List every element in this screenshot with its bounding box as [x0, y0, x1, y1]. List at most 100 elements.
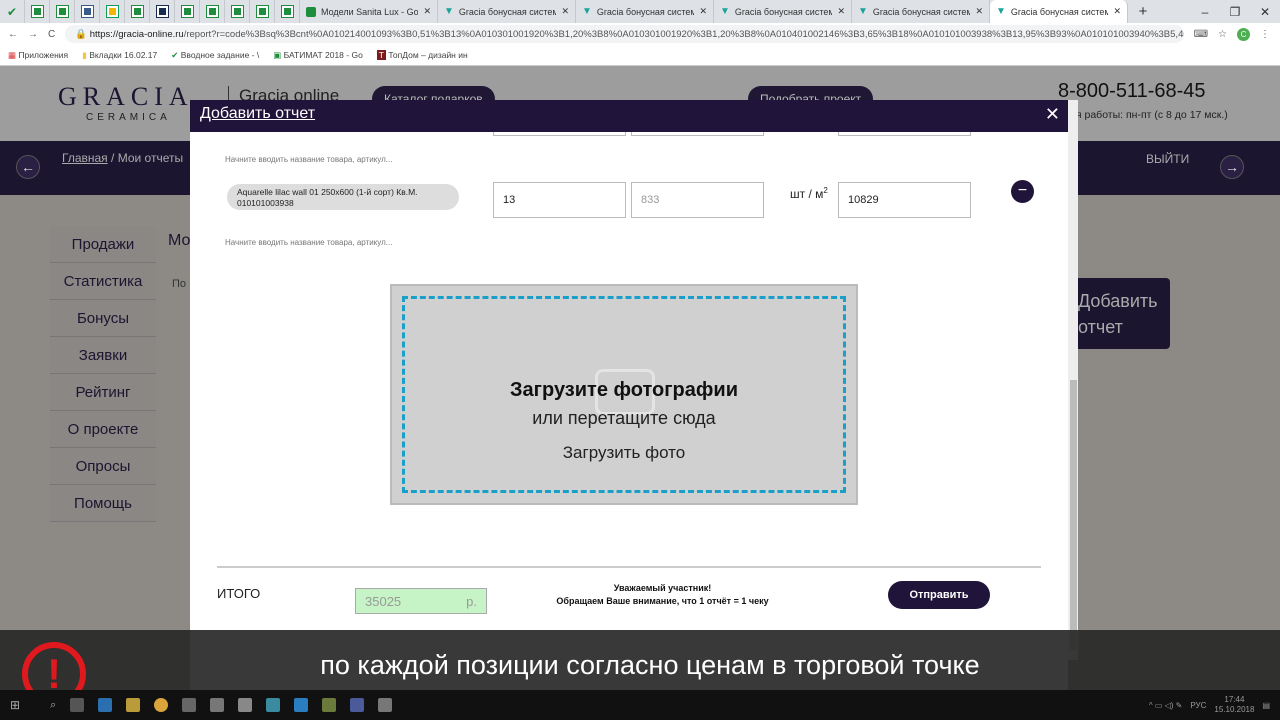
minimize-button[interactable]: – [1190, 5, 1220, 19]
photos-icon[interactable] [238, 698, 253, 712]
sheets-icon: ▣ [273, 49, 282, 60]
breadcrumb-home[interactable]: Главная [62, 151, 108, 165]
close-window-button[interactable]: ✕ [1250, 5, 1280, 19]
pinned-tab[interactable] [25, 0, 50, 23]
filter-partial: По [172, 278, 187, 290]
browser-tab[interactable]: ▼ Gracia бонусная система ✕ [438, 0, 576, 23]
pinned-tab[interactable] [50, 0, 75, 23]
close-tab-icon[interactable]: ✕ [423, 6, 431, 17]
notifications-icon[interactable]: ▤ [1262, 701, 1270, 710]
close-tab-icon[interactable]: ✕ [699, 6, 707, 17]
browser-tab[interactable]: ▼ Gracia бонусная система ✕ [714, 0, 852, 23]
search-icon[interactable]: ⌕ [50, 699, 56, 712]
pinned-tab[interactable] [175, 0, 200, 23]
remove-item-button[interactable]: − [1011, 180, 1034, 203]
star-icon[interactable]: ☆ [1218, 29, 1227, 40]
clock-time: 17:44 [1224, 695, 1245, 704]
system-tray: ^ ▭ ◁) ✎ РУС 17:44 15.10.2018 ▤ [1149, 695, 1270, 715]
logout-link[interactable]: ВЫЙТИ [1146, 152, 1189, 166]
translate-icon[interactable]: ⌨ [1194, 29, 1208, 40]
total-label: ИТОГО [217, 586, 261, 601]
sidebar-item-requests[interactable]: Заявки [50, 337, 156, 374]
video-subtitle: по каждой позиции согласно ценам в торго… [0, 630, 1280, 690]
bookmark-apps[interactable]: ▦ Приложения [8, 50, 68, 61]
upload-photo-button[interactable]: Загрузить фото [405, 443, 843, 463]
price-input[interactable]: 833 [631, 182, 764, 218]
calculator-icon[interactable] [210, 698, 225, 712]
logo[interactable]: GRACIA [58, 82, 194, 112]
app-icon[interactable] [266, 698, 281, 712]
currency-label: р. [466, 593, 477, 609]
edge-icon[interactable] [98, 698, 113, 712]
browser-tab-active[interactable]: ▼ Gracia бонусная система ✕ [990, 0, 1128, 23]
app-icon[interactable] [182, 698, 197, 712]
back-icon[interactable]: ← [8, 29, 18, 40]
browser-tab[interactable]: ▼ Gracia бонусная система ✕ [576, 0, 714, 23]
quantity-input[interactable]: 13 [493, 182, 626, 218]
pinned-tab[interactable] [75, 0, 100, 23]
sidebar-item-bonuses[interactable]: Бонусы [50, 300, 156, 337]
sidebar-item-sales[interactable]: Продажи [50, 226, 156, 263]
product-chip[interactable]: Aquarelle lilac wall 01 250x600 (1-й сор… [227, 184, 459, 210]
task-view-icon[interactable] [70, 698, 85, 712]
menu-icon[interactable]: ⋮ [1260, 29, 1280, 40]
app-icon[interactable] [322, 698, 337, 712]
url-input[interactable]: 🔒 https://gracia-online.ru/report?r=code… [65, 25, 1184, 43]
tab-bar: ✔ Модели Sanita Lux - Goog ✕ ▼ Gracia бону… [0, 0, 1280, 23]
sidebar-item-surveys[interactable]: Опросы [50, 448, 156, 485]
explorer-icon[interactable] [126, 698, 141, 712]
logout-arrow-button[interactable]: → [1220, 155, 1244, 179]
prev-price-field[interactable] [631, 132, 764, 136]
pinned-tab[interactable] [100, 0, 125, 23]
product-search-hint[interactable]: Начните вводить название товара, артикул… [225, 155, 392, 164]
clock-date: 15.10.2018 [1214, 705, 1255, 714]
browser-tab[interactable]: ▼ Gracia бонусная система ✕ [852, 0, 990, 23]
forward-icon[interactable]: → [28, 29, 38, 40]
restore-button[interactable]: ❐ [1220, 5, 1250, 19]
total-value: 35025 [365, 593, 402, 609]
app-icon[interactable] [350, 698, 365, 712]
pinned-tab[interactable] [275, 0, 300, 23]
close-tab-icon[interactable]: ✕ [561, 6, 569, 17]
prev-qty-field[interactable] [493, 132, 626, 136]
windows-start-icon[interactable]: ⊞ [10, 698, 20, 712]
bookmark[interactable]: T ТопДом – дизайн ин [376, 50, 468, 60]
sidebar-item-statistics[interactable]: Статистика [50, 263, 156, 300]
pinned-tab[interactable] [225, 0, 250, 23]
sidebar-item-about[interactable]: О проекте [50, 411, 156, 448]
sum-input[interactable]: 10829 [838, 182, 971, 218]
pinned-tab[interactable] [200, 0, 225, 23]
photo-dropzone[interactable]: Загрузите фотографии или перетащите сюда… [390, 284, 858, 505]
close-icon[interactable]: ✕ [1045, 104, 1060, 125]
pinned-tab[interactable] [250, 0, 275, 23]
bookmark-folder[interactable]: ▮ Вкладки 16.02.17 [82, 50, 157, 61]
close-tab-icon[interactable]: ✕ [1113, 6, 1121, 17]
skype-icon[interactable] [294, 698, 309, 712]
product-search-hint[interactable]: Начните вводить название товара, артикул… [225, 238, 392, 247]
topdom-icon: T [376, 50, 386, 60]
folder-icon: ▮ [82, 49, 87, 60]
clock[interactable]: 17:44 15.10.2018 [1214, 695, 1254, 715]
chrome-icon[interactable] [154, 698, 169, 712]
back-arrow-button[interactable]: ← [16, 155, 40, 179]
submit-button[interactable]: Отправить [888, 581, 990, 609]
bookmark[interactable]: ✔ Вводное задание - \ [171, 50, 259, 61]
sidebar-item-help[interactable]: Помощь [50, 485, 156, 522]
profile-avatar[interactable]: C [1237, 27, 1250, 41]
app-icon[interactable] [378, 698, 393, 712]
language-indicator[interactable]: РУС [1190, 701, 1206, 710]
scrollbar-thumb[interactable] [1070, 380, 1077, 650]
prev-sum-field[interactable] [838, 132, 971, 136]
close-tab-icon[interactable]: ✕ [837, 6, 845, 17]
pinned-tab[interactable] [125, 0, 150, 23]
bookmark[interactable]: ▣ БАТИМАТ 2018 - Go [273, 50, 363, 61]
new-tab-button[interactable]: + [1128, 3, 1158, 20]
tab-partial[interactable]: Мо [168, 232, 190, 250]
browser-tab[interactable]: Модели Sanita Lux - Goog ✕ [300, 0, 438, 23]
reload-icon[interactable]: C [48, 29, 55, 40]
sidebar-item-rating[interactable]: Рейтинг [50, 374, 156, 411]
close-tab-icon[interactable]: ✕ [975, 6, 983, 17]
pinned-tab[interactable] [150, 0, 175, 23]
pinned-tab[interactable]: ✔ [0, 0, 25, 23]
tray-icons[interactable]: ^ ▭ ◁) ✎ [1149, 701, 1183, 710]
